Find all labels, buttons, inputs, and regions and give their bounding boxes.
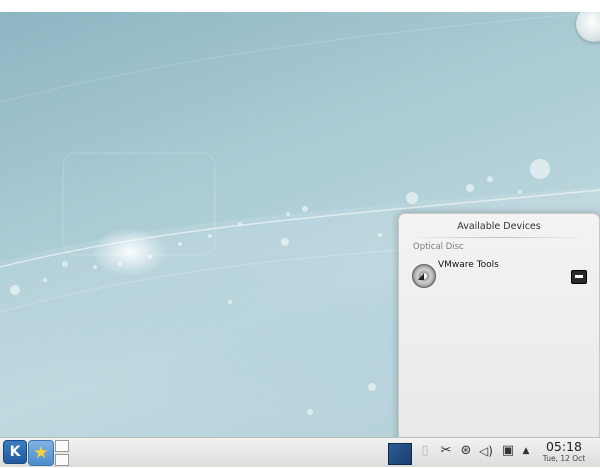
clock-time: 05:18 bbox=[545, 439, 583, 454]
device-notifier-icon[interactable]: ▣ bbox=[500, 441, 516, 461]
device-name: VMware Tools bbox=[438, 260, 499, 270]
popup-separator bbox=[409, 237, 589, 238]
expand-arrow-icon[interactable]: ▲ bbox=[520, 441, 532, 461]
virtual-desktop-pager[interactable] bbox=[55, 440, 69, 468]
clipboard-icon[interactable]: ▯ bbox=[418, 441, 432, 461]
device-category-label: Optical Disc bbox=[413, 242, 464, 252]
display-icon[interactable] bbox=[388, 443, 412, 465]
network-icon[interactable]: ⊛ bbox=[458, 441, 474, 461]
device-notifier-popup: Available Devices Optical Disc VMware To… bbox=[398, 213, 600, 441]
taskbar-panel: K ★ ▯ ✂ ⊛ ◁) ▣ ▲ 05:18 Tue, 12 Oct bbox=[0, 437, 600, 467]
digital-clock[interactable]: 05:18 Tue, 12 Oct bbox=[534, 439, 594, 463]
clock-date: Tue, 12 Oct bbox=[542, 454, 586, 463]
scissors-icon[interactable]: ✂ bbox=[438, 441, 454, 461]
optical-disc-icon bbox=[412, 264, 436, 288]
wallpaper-ghost-frame bbox=[62, 152, 216, 256]
popup-title: Available Devices bbox=[457, 221, 541, 232]
volume-icon[interactable]: ◁) bbox=[478, 441, 494, 461]
device-item-vmware-tools[interactable]: VMware Tools bbox=[409, 258, 589, 290]
favorites-star-icon[interactable]: ★ bbox=[28, 440, 54, 466]
kde-logo-icon[interactable]: K bbox=[3, 440, 27, 464]
pager-desktop-1[interactable] bbox=[55, 440, 69, 452]
eject-icon[interactable] bbox=[571, 270, 587, 284]
pager-desktop-2[interactable] bbox=[55, 454, 69, 466]
